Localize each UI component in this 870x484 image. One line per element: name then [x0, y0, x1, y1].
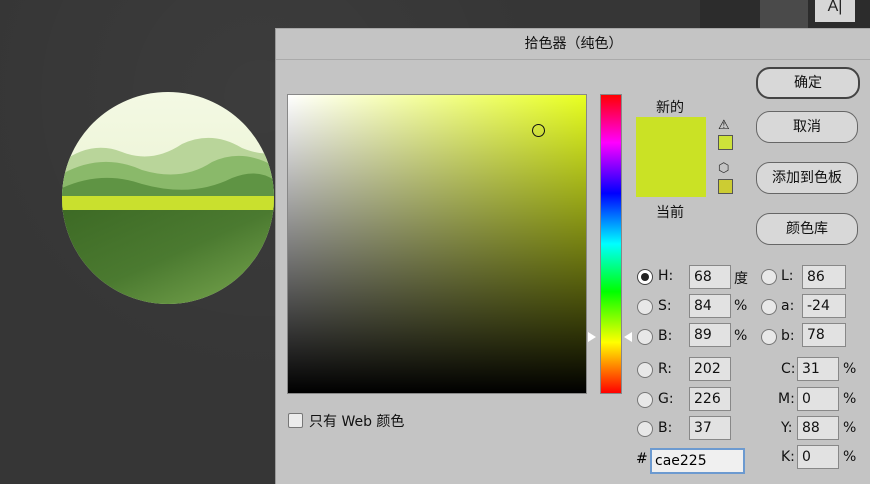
black-label: K:: [781, 449, 795, 465]
black-unit: %: [843, 449, 857, 465]
toolbar-segment: [760, 0, 808, 28]
hue-label: H:: [658, 268, 674, 284]
cyan-input[interactable]: 31: [797, 357, 839, 381]
green-input[interactable]: 226: [689, 387, 731, 411]
hue-input[interactable]: 68: [689, 265, 731, 289]
lab-b-label: b:: [781, 328, 795, 344]
current-color-swatch[interactable]: [636, 157, 706, 197]
watermark: [34, 410, 90, 440]
red-label: R:: [658, 361, 673, 377]
blue-input[interactable]: 37: [689, 416, 731, 440]
saturation-brightness-field[interactable]: [287, 94, 587, 394]
ok-button[interactable]: 确定: [756, 67, 860, 99]
color-libraries-button[interactable]: 颜色库: [756, 213, 858, 245]
magenta-unit: %: [843, 391, 857, 407]
web-safe-swatch[interactable]: [718, 179, 733, 194]
landscape-circle-artwork: [62, 92, 274, 304]
gamut-warning-icon[interactable]: ⚠: [718, 118, 730, 133]
radio-green[interactable]: [637, 392, 653, 408]
lab-a-input[interactable]: -24: [802, 294, 846, 318]
hue-slider[interactable]: [600, 94, 622, 394]
lab-b-input[interactable]: 78: [802, 323, 846, 347]
character-tool-button[interactable]: A|: [815, 0, 855, 22]
yellow-unit: %: [843, 420, 857, 436]
hex-label: #: [636, 451, 648, 467]
new-color-swatch: [636, 117, 706, 157]
hex-input[interactable]: cae225: [650, 448, 745, 474]
saturation-unit: %: [734, 298, 748, 314]
hue-slider-right-arrow-icon[interactable]: [624, 332, 632, 342]
magenta-input[interactable]: 0: [797, 387, 839, 411]
radio-red[interactable]: [637, 362, 653, 378]
lab-a-label: a:: [781, 298, 795, 314]
brightness-label: B:: [658, 328, 673, 344]
radio-lab-b[interactable]: [761, 329, 777, 345]
dialog-title: 拾色器（纯色）: [276, 29, 870, 60]
brightness-input[interactable]: 89: [689, 323, 731, 347]
red-input[interactable]: 202: [689, 357, 731, 381]
cyan-label: C:: [781, 361, 796, 377]
current-color-label: 当前: [656, 205, 684, 221]
saturation-label: S:: [658, 298, 672, 314]
add-to-swatches-button[interactable]: 添加到色板: [756, 162, 858, 194]
radio-hue[interactable]: [637, 269, 653, 285]
yellow-input[interactable]: 88: [797, 416, 839, 440]
color-picker-dialog: 拾色器（纯色） 新的 当前 ⚠ ⬡ 确定 取消 添加到色板 颜色库 H: 68 …: [275, 28, 870, 484]
cancel-button[interactable]: 取消: [756, 111, 858, 143]
lab-l-input[interactable]: 86: [802, 265, 846, 289]
radio-saturation[interactable]: [637, 299, 653, 315]
hue-unit: 度: [734, 271, 748, 287]
blue-label: B:: [658, 420, 673, 436]
web-safe-cube-icon[interactable]: ⬡: [718, 161, 729, 176]
cyan-unit: %: [843, 361, 857, 377]
radio-blue[interactable]: [637, 421, 653, 437]
saturation-input[interactable]: 84: [689, 294, 731, 318]
gamut-warning-swatch[interactable]: [718, 135, 733, 150]
web-colors-only-label[interactable]: 只有 Web 颜色: [309, 411, 404, 431]
magenta-label: M:: [778, 391, 795, 407]
hue-slider-left-arrow-icon[interactable]: [588, 332, 596, 342]
yellow-label: Y:: [781, 420, 793, 436]
lab-l-label: L:: [781, 268, 794, 284]
color-field-cursor[interactable]: [532, 124, 545, 137]
radio-lightness[interactable]: [761, 269, 777, 285]
brightness-unit: %: [734, 328, 748, 344]
black-input[interactable]: 0: [797, 445, 839, 469]
green-label: G:: [658, 391, 674, 407]
new-color-label: 新的: [656, 100, 684, 116]
radio-lab-a[interactable]: [761, 299, 777, 315]
radio-brightness[interactable]: [637, 329, 653, 345]
web-colors-only-checkbox[interactable]: [288, 413, 303, 428]
